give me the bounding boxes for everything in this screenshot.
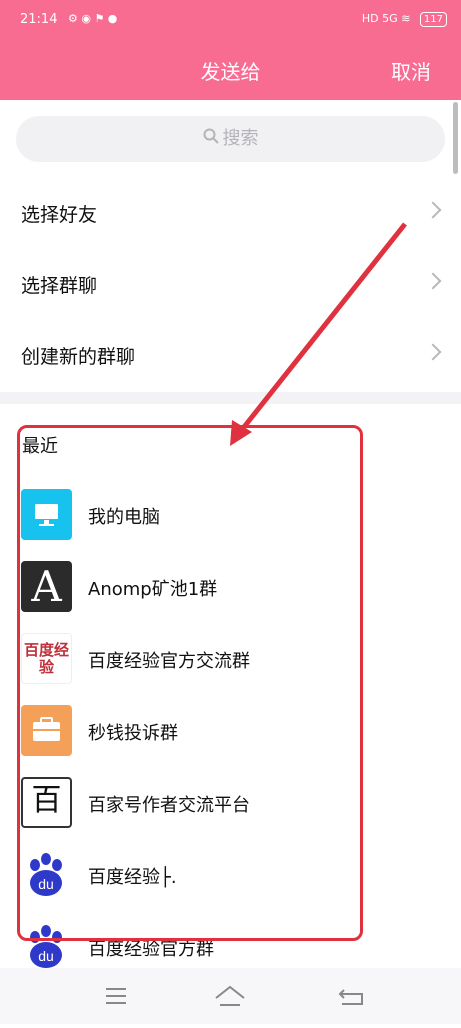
back-icon[interactable] bbox=[322, 968, 382, 1024]
arrow-annotation bbox=[230, 222, 407, 446]
menu-icon[interactable] bbox=[86, 968, 146, 1024]
home-icon[interactable] bbox=[200, 968, 260, 1024]
navigation-bar bbox=[0, 968, 461, 1024]
